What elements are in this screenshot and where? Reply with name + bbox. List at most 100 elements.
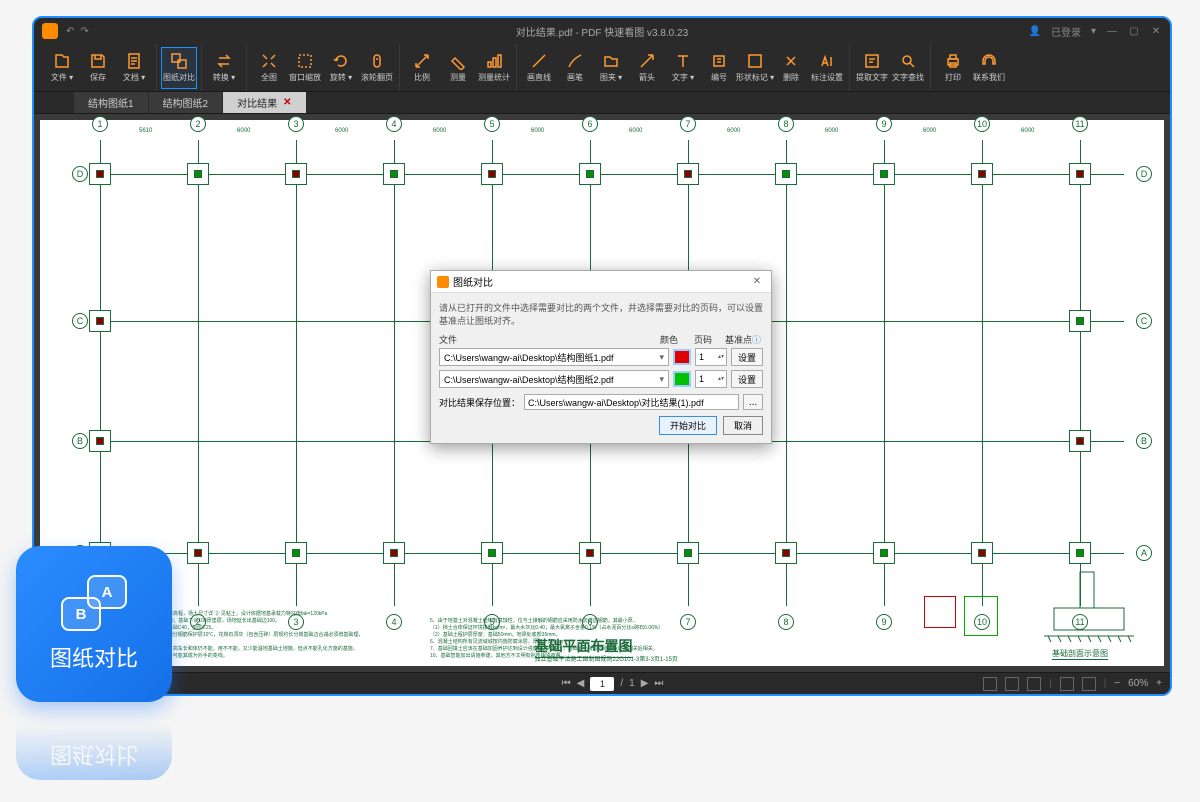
- rotate-button[interactable]: 旋转 ▾: [323, 47, 359, 89]
- tab-结构图纸1[interactable]: 结构图纸1: [74, 92, 149, 113]
- file1-select[interactable]: C:\Users\wangw-ai\Desktop\结构图纸1.pdf: [439, 348, 669, 366]
- file-row-2: C:\Users\wangw-ai\Desktop\结构图纸2.pdf 1 设置: [439, 370, 763, 388]
- scroll-button[interactable]: 滚轮翻页: [359, 47, 395, 89]
- login-status[interactable]: 已登录: [1051, 24, 1081, 39]
- dialog-column-headers: 文件 颜色 页码 基准点ⓘ: [439, 333, 763, 346]
- measure-icon: [449, 52, 467, 70]
- main-toolbar: 文件 ▾保存文档 ▾图纸对比转换 ▾全图窗口缩放旋转 ▾滚轮翻页比例测量测量统计…: [34, 44, 1170, 92]
- pen-icon: [566, 52, 584, 70]
- badge-label: 图纸对比: [50, 641, 138, 673]
- close-icon[interactable]: ✕: [1150, 25, 1162, 37]
- save-path-input[interactable]: [524, 394, 739, 410]
- erase-button[interactable]: 删除: [773, 47, 809, 89]
- edit-button[interactable]: 编号: [701, 47, 737, 89]
- text-icon: [674, 52, 692, 70]
- scroll-icon: [368, 52, 386, 70]
- undo-icon[interactable]: ↶: [66, 26, 74, 37]
- shape-button[interactable]: 形状标记 ▾: [737, 47, 773, 89]
- window-button[interactable]: 窗口缩放: [287, 47, 323, 89]
- first-page-icon[interactable]: ⏮: [562, 678, 571, 689]
- drawing-notes-right: 5、由于地基土对混凝土结构有腐蚀性，位与土接触的钢筋应采用防水防渗透钢筋，其最小…: [430, 618, 690, 660]
- file-button[interactable]: 文件 ▾: [44, 47, 80, 89]
- window-title: 对比结果.pdf - PDF 快速看图 v3.8.0.23: [516, 24, 688, 39]
- file1-page[interactable]: 1: [695, 348, 727, 366]
- contact-button[interactable]: 联系我们: [971, 47, 1007, 89]
- scale-icon: [413, 52, 431, 70]
- extract-button[interactable]: 提取文字: [854, 47, 890, 89]
- save-path-row: 对比结果保存位置： ...: [439, 394, 763, 410]
- document-tabs: 结构图纸1结构图纸2对比结果✕: [34, 92, 1170, 114]
- minimize-icon[interactable]: —: [1106, 25, 1118, 37]
- start-compare-button[interactable]: 开始对比: [659, 416, 717, 435]
- arrow-button[interactable]: 箭头: [629, 47, 665, 89]
- file2-select[interactable]: C:\Users\wangw-ai\Desktop\结构图纸2.pdf: [439, 370, 669, 388]
- tab-close-icon[interactable]: ✕: [283, 97, 291, 108]
- browse-button[interactable]: ...: [743, 394, 763, 410]
- page-separator: /: [620, 678, 623, 689]
- marker-icon: [818, 52, 836, 70]
- section-view: 基础剖面示意图: [1034, 568, 1144, 658]
- view-mode-1-icon[interactable]: [983, 677, 997, 691]
- dialog-title: 图纸对比: [453, 274, 493, 289]
- fullpage-button[interactable]: 全图: [251, 47, 287, 89]
- tab-对比结果[interactable]: 对比结果✕: [223, 92, 306, 113]
- page-input[interactable]: [590, 677, 614, 691]
- measurestat-button[interactable]: 测量统计: [476, 47, 512, 89]
- page-total: 1: [629, 678, 635, 689]
- rotate-icon: [332, 52, 350, 70]
- maximize-icon[interactable]: ▢: [1128, 25, 1140, 37]
- zoom-in-icon[interactable]: +: [1156, 678, 1162, 689]
- pen-button[interactable]: 画笔: [557, 47, 593, 89]
- last-page-icon[interactable]: ⏭: [654, 678, 663, 689]
- view-mode-3-icon[interactable]: [1027, 677, 1041, 691]
- badge-reflection: 图纸对比: [16, 710, 172, 780]
- file1-set-button[interactable]: 设置: [731, 348, 763, 366]
- window-icon: [296, 52, 314, 70]
- measurestat-icon: [485, 52, 503, 70]
- save-icon: [89, 52, 107, 70]
- findtext-button[interactable]: 文字查找: [890, 47, 926, 89]
- user-icon[interactable]: 👤: [1029, 26, 1041, 37]
- marker-button[interactable]: 标注设置: [809, 47, 845, 89]
- dialog-close-icon[interactable]: ✕: [749, 274, 765, 290]
- statusbar: 📐 尚未设置测量比例 ⏮ ◀ / 1 ▶ ⏭ | | − 60% +: [34, 672, 1170, 694]
- convert-icon: [215, 52, 233, 70]
- layout-1-icon[interactable]: [1060, 677, 1074, 691]
- save-path-label: 对比结果保存位置：: [439, 396, 520, 409]
- compare-button[interactable]: 图纸对比: [161, 47, 197, 89]
- compare-icon: A B: [61, 575, 127, 631]
- measure-button[interactable]: 测量: [440, 47, 476, 89]
- redo-icon[interactable]: ↷: [80, 26, 88, 37]
- file2-set-button[interactable]: 设置: [731, 370, 763, 388]
- next-page-icon[interactable]: ▶: [641, 678, 649, 689]
- zoom-out-icon[interactable]: −: [1114, 678, 1120, 689]
- tab-结构图纸2[interactable]: 结构图纸2: [149, 92, 224, 113]
- undo-redo-group: ↶ ↷: [66, 26, 89, 37]
- folder-button[interactable]: 图夹 ▾: [593, 47, 629, 89]
- file1-color[interactable]: [673, 349, 691, 365]
- line-button[interactable]: 画直线: [521, 47, 557, 89]
- fullpage-icon: [260, 52, 278, 70]
- dropdown-icon[interactable]: ▾: [1091, 26, 1096, 37]
- scale-button[interactable]: 比例: [404, 47, 440, 89]
- compare-dialog: 图纸对比 ✕ 请从已打开的文件中选择需要对比的两个文件，并选择需要对比的页码，可…: [430, 270, 772, 444]
- prev-page-icon[interactable]: ◀: [577, 678, 585, 689]
- cancel-button[interactable]: 取消: [723, 416, 763, 435]
- dialog-icon: [437, 276, 449, 288]
- folder-icon: [602, 52, 620, 70]
- contact-icon: [980, 52, 998, 70]
- docs-button[interactable]: 文档 ▾: [116, 47, 152, 89]
- view-mode-2-icon[interactable]: [1005, 677, 1019, 691]
- text-button[interactable]: 文字 ▾: [665, 47, 701, 89]
- file2-color[interactable]: [673, 371, 691, 387]
- convert-button[interactable]: 转换 ▾: [206, 47, 242, 89]
- file2-page[interactable]: 1: [695, 370, 727, 388]
- arrow-icon: [638, 52, 656, 70]
- shape-icon: [746, 52, 764, 70]
- print-button[interactable]: 打印: [935, 47, 971, 89]
- layout-2-icon[interactable]: [1082, 677, 1096, 691]
- dialog-description: 请从已打开的文件中选择需要对比的两个文件，并选择需要对比的页码，可以设置基准点让…: [439, 301, 763, 327]
- zoom-level: 60%: [1128, 678, 1148, 689]
- file-icon: [53, 52, 71, 70]
- save-button[interactable]: 保存: [80, 47, 116, 89]
